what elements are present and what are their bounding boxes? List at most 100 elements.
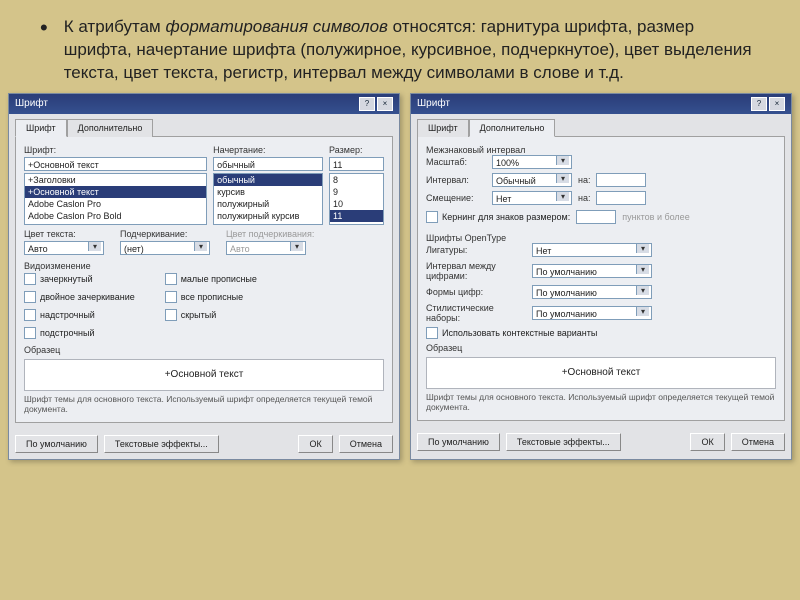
label-color: Цвет текста: (24, 229, 104, 239)
size-listbox[interactable]: 8 9 10 11 12 (329, 173, 384, 225)
list-item[interactable]: Adobe Garamond Pro (25, 222, 206, 225)
checkbox-icon (24, 273, 36, 285)
label-on: на: (578, 175, 590, 185)
checkbox-subscript[interactable]: подстрочный (24, 327, 135, 339)
default-button[interactable]: По умолчанию (417, 433, 500, 451)
checkbox-icon (426, 327, 438, 339)
label-style: Начертание: (213, 145, 323, 155)
list-item[interactable]: 10 (330, 198, 383, 210)
list-item[interactable]: полужирный (214, 198, 322, 210)
label-stylistic: Стилистические наборы: (426, 303, 526, 323)
help-text: Шрифт темы для основного текста. Использ… (24, 394, 384, 414)
titlebar[interactable]: Шрифт ? × (411, 94, 791, 114)
list-item[interactable]: Adobe Caslon Pro (25, 198, 206, 210)
checkbox-allcaps[interactable]: все прописные (165, 291, 257, 303)
text-effects-button[interactable]: Текстовые эффекты... (104, 435, 219, 453)
label-numspacing: Интервал между цифрами: (426, 261, 526, 281)
label-kerning-units: пунктов и более (622, 212, 689, 222)
list-item[interactable]: 8 (330, 174, 383, 186)
checkbox-dblstrike[interactable]: двойное зачеркивание (24, 291, 135, 303)
slide-text-prefix: К атрибутам (64, 17, 166, 36)
label-scale: Масштаб: (426, 157, 486, 167)
underline-color-select: Авто (226, 241, 306, 255)
label-numforms: Формы цифр: (426, 287, 526, 297)
ligatures-select[interactable]: Нет (532, 243, 652, 257)
label-size: Размер: (329, 145, 384, 155)
numspacing-select[interactable]: По умолчанию (532, 264, 652, 278)
checkbox-icon (165, 309, 177, 321)
cancel-button[interactable]: Отмена (339, 435, 393, 453)
position-select[interactable]: Нет (492, 191, 572, 205)
underline-select[interactable]: (нет) (120, 241, 210, 255)
tab-advanced[interactable]: Дополнительно (469, 119, 556, 137)
font-input[interactable]: +Основной текст (24, 157, 207, 171)
list-item[interactable]: обычный (214, 174, 322, 186)
label-font: Шрифт: (24, 145, 207, 155)
section-spacing: Межзнаковый интервал (426, 145, 776, 155)
checkbox-contextual[interactable]: Использовать контекстные варианты (426, 327, 776, 339)
checkbox-icon (24, 291, 36, 303)
text-effects-button[interactable]: Текстовые эффекты... (506, 433, 621, 451)
list-item[interactable]: Adobe Caslon Pro Bold (25, 210, 206, 222)
stylistic-select[interactable]: По умолчанию (532, 306, 652, 320)
section-opentype: Шрифты OpenType (426, 233, 776, 243)
titlebar[interactable]: Шрифт ? × (9, 94, 399, 114)
checkbox-icon (165, 273, 177, 285)
help-text: Шрифт темы для основного текста. Использ… (426, 392, 776, 412)
checkbox-icon (426, 211, 438, 223)
default-button[interactable]: По умолчанию (15, 435, 98, 453)
style-listbox[interactable]: обычный курсив полужирный полужирный кур… (213, 173, 323, 225)
help-icon: ? (365, 99, 369, 108)
close-button[interactable]: × (769, 97, 785, 111)
cancel-button[interactable]: Отмена (731, 433, 785, 451)
help-icon: ? (757, 99, 761, 108)
close-icon: × (383, 99, 388, 108)
tab-font[interactable]: Шрифт (417, 119, 469, 137)
label-spacing: Интервал: (426, 175, 486, 185)
position-value-input[interactable] (596, 191, 646, 205)
numforms-select[interactable]: По умолчанию (532, 285, 652, 299)
list-item[interactable]: 11 (330, 210, 383, 222)
font-listbox[interactable]: +Заголовки +Основной текст Adobe Caslon … (24, 173, 207, 225)
checkbox-icon (24, 327, 36, 339)
font-dialog-2: Шрифт ? × Шрифт Дополнительно Межзнаковы… (410, 93, 792, 460)
checkbox-icon (24, 309, 36, 321)
size-input[interactable]: 11 (329, 157, 384, 171)
checkbox-kerning[interactable]: Кернинг для знаков размером: (426, 211, 570, 223)
checkbox-strike[interactable]: зачеркнутый (24, 273, 135, 285)
style-input[interactable]: обычный (213, 157, 323, 171)
list-item[interactable]: 9 (330, 186, 383, 198)
checkbox-hidden[interactable]: скрытый (165, 309, 257, 321)
label-ligatures: Лигатуры: (426, 245, 526, 255)
color-select[interactable]: Авто (24, 241, 104, 255)
preview-box: +Основной текст (24, 359, 384, 391)
font-dialog-1: Шрифт ? × Шрифт Дополнительно Шрифт: +Ос… (8, 93, 400, 460)
list-item[interactable]: +Заголовки (25, 174, 206, 186)
label-effects: Видоизменение (24, 261, 384, 271)
list-item[interactable]: курсив (214, 186, 322, 198)
ok-button[interactable]: ОК (690, 433, 724, 451)
close-button[interactable]: × (377, 97, 393, 111)
ok-button[interactable]: ОК (298, 435, 332, 453)
list-item[interactable]: полужирный курсив (214, 210, 322, 222)
list-item[interactable]: +Основной текст (25, 186, 206, 198)
checkbox-superscript[interactable]: надстрочный (24, 309, 135, 321)
slide-paragraph: К атрибутам форматирования символов отно… (0, 0, 800, 93)
kerning-size-input (576, 210, 616, 224)
label-underline-color: Цвет подчеркивания: (226, 229, 314, 239)
slide-text-em: форматирования символов (165, 17, 387, 36)
scale-select[interactable]: 100% (492, 155, 572, 169)
label-sample: Образец (426, 343, 776, 353)
spacing-value-input[interactable] (596, 173, 646, 187)
help-button[interactable]: ? (359, 97, 375, 111)
spacing-select[interactable]: Обычный (492, 173, 572, 187)
label-underline: Подчеркивание: (120, 229, 210, 239)
tab-advanced[interactable]: Дополнительно (67, 119, 154, 137)
tab-font[interactable]: Шрифт (15, 119, 67, 137)
list-item[interactable]: 12 (330, 222, 383, 225)
close-icon: × (775, 99, 780, 108)
help-button[interactable]: ? (751, 97, 767, 111)
preview-box: +Основной текст (426, 357, 776, 389)
checkbox-smallcaps[interactable]: малые прописные (165, 273, 257, 285)
dialog-title: Шрифт (15, 98, 48, 109)
